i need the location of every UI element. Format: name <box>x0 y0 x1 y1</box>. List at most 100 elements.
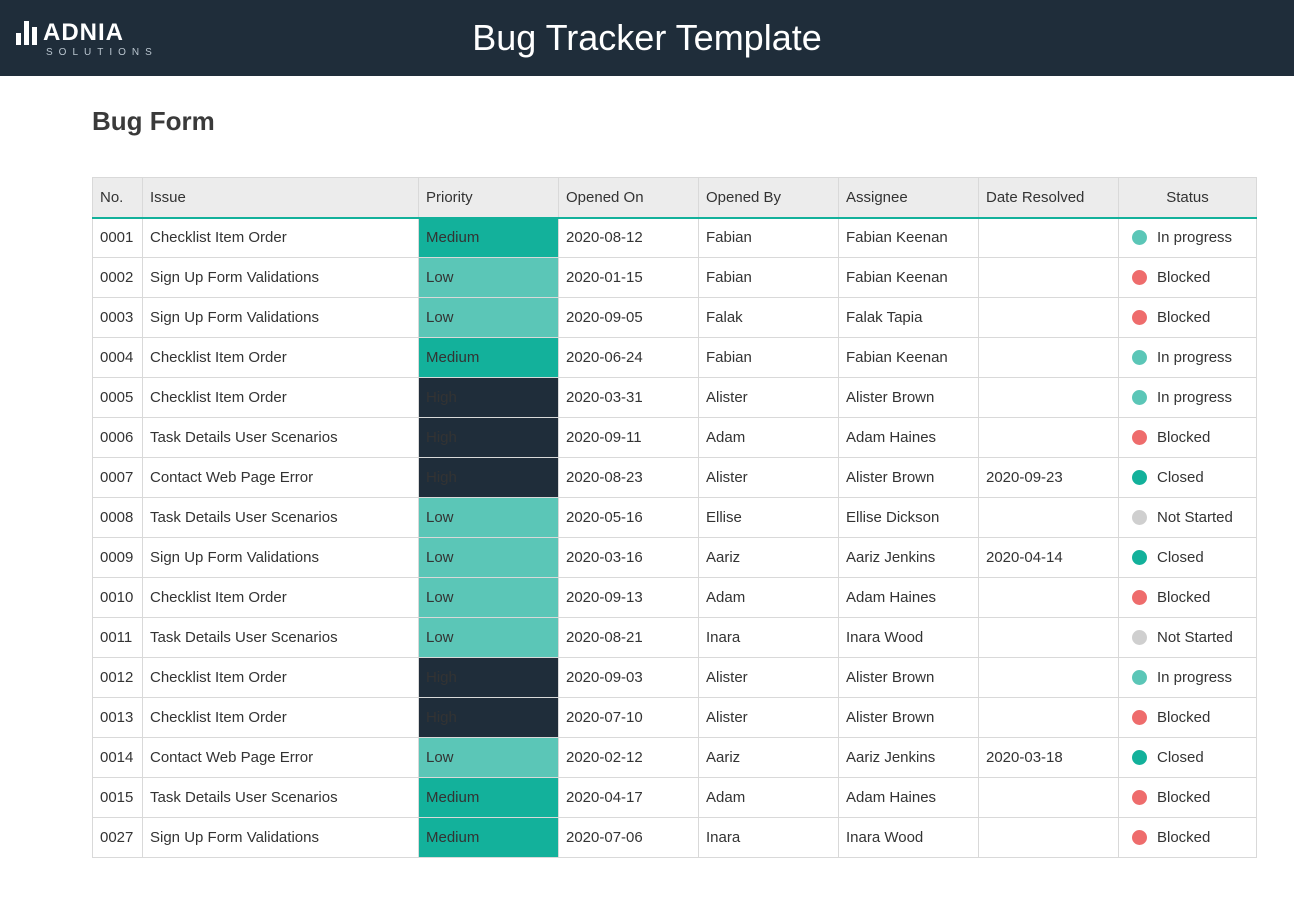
cell-priority: Medium <box>419 218 559 258</box>
status-dot-icon <box>1132 590 1147 605</box>
cell-issue: Task Details User Scenarios <box>143 498 419 538</box>
cell-status: Blocked <box>1119 418 1257 458</box>
status-dot-icon <box>1132 710 1147 725</box>
cell-issue: Sign Up Form Validations <box>143 258 419 298</box>
cell-priority: High <box>419 658 559 698</box>
cell-opened-on: 2020-09-05 <box>559 298 699 338</box>
col-header-opened-by: Opened By <box>699 178 839 218</box>
cell-no: 0001 <box>93 218 143 258</box>
table-row: 0002Sign Up Form ValidationsLow2020-01-1… <box>93 258 1257 298</box>
cell-assignee: Adam Haines <box>839 778 979 818</box>
cell-date-resolved <box>979 698 1119 738</box>
page-title: Bug Tracker Template <box>0 17 1294 59</box>
status-label: Blocked <box>1157 429 1210 446</box>
cell-no: 0009 <box>93 538 143 578</box>
cell-date-resolved <box>979 258 1119 298</box>
status-label: In progress <box>1157 349 1232 366</box>
logo-subtext: SOLUTIONS <box>46 47 158 58</box>
cell-no: 0004 <box>93 338 143 378</box>
cell-opened-on: 2020-09-03 <box>559 658 699 698</box>
cell-status: Blocked <box>1119 698 1257 738</box>
cell-opened-by: Inara <box>699 818 839 858</box>
table-row: 0001Checklist Item OrderMedium2020-08-12… <box>93 218 1257 258</box>
cell-assignee: Alister Brown <box>839 698 979 738</box>
bug-table: No. Issue Priority Opened On Opened By A… <box>92 177 1257 858</box>
cell-assignee: Inara Wood <box>839 818 979 858</box>
cell-issue: Sign Up Form Validations <box>143 538 419 578</box>
status-label: Closed <box>1157 469 1204 486</box>
table-row: 0007Contact Web Page ErrorHigh2020-08-23… <box>93 458 1257 498</box>
cell-no: 0027 <box>93 818 143 858</box>
cell-assignee: Fabian Keenan <box>839 218 979 258</box>
cell-issue: Sign Up Form Validations <box>143 818 419 858</box>
cell-issue: Checklist Item Order <box>143 338 419 378</box>
cell-priority: Low <box>419 738 559 778</box>
cell-issue: Checklist Item Order <box>143 698 419 738</box>
cell-status: Blocked <box>1119 298 1257 338</box>
cell-opened-by: Fabian <box>699 218 839 258</box>
cell-date-resolved: 2020-03-18 <box>979 738 1119 778</box>
cell-opened-by: Alister <box>699 658 839 698</box>
cell-date-resolved <box>979 298 1119 338</box>
table-row: 0006Task Details User ScenariosHigh2020-… <box>93 418 1257 458</box>
table-row: 0004Checklist Item OrderMedium2020-06-24… <box>93 338 1257 378</box>
cell-assignee: Inara Wood <box>839 618 979 658</box>
status-dot-icon <box>1132 390 1147 405</box>
status-dot-icon <box>1132 230 1147 245</box>
table-row: 0012Checklist Item OrderHigh2020-09-03Al… <box>93 658 1257 698</box>
cell-status: Closed <box>1119 458 1257 498</box>
cell-priority: High <box>419 378 559 418</box>
cell-opened-by: Adam <box>699 778 839 818</box>
cell-opened-by: Fabian <box>699 258 839 298</box>
col-header-issue: Issue <box>143 178 419 218</box>
cell-no: 0013 <box>93 698 143 738</box>
cell-priority: Low <box>419 258 559 298</box>
cell-date-resolved <box>979 378 1119 418</box>
status-label: Blocked <box>1157 309 1210 326</box>
cell-date-resolved <box>979 338 1119 378</box>
status-label: Closed <box>1157 549 1204 566</box>
cell-no: 0003 <box>93 298 143 338</box>
col-header-opened-on: Opened On <box>559 178 699 218</box>
cell-assignee: Alister Brown <box>839 658 979 698</box>
cell-assignee: Ellise Dickson <box>839 498 979 538</box>
table-row: 0009Sign Up Form ValidationsLow2020-03-1… <box>93 538 1257 578</box>
cell-no: 0002 <box>93 258 143 298</box>
cell-assignee: Alister Brown <box>839 458 979 498</box>
cell-opened-by: Adam <box>699 418 839 458</box>
status-dot-icon <box>1132 750 1147 765</box>
col-header-assignee: Assignee <box>839 178 979 218</box>
cell-assignee: Fabian Keenan <box>839 338 979 378</box>
status-label: Blocked <box>1157 709 1210 726</box>
app-header: ADNIA SOLUTIONS Bug Tracker Template <box>0 0 1294 76</box>
status-dot-icon <box>1132 790 1147 805</box>
cell-opened-on: 2020-02-12 <box>559 738 699 778</box>
cell-status: Blocked <box>1119 818 1257 858</box>
cell-no: 0011 <box>93 618 143 658</box>
status-label: Not Started <box>1157 629 1233 646</box>
cell-priority: Medium <box>419 818 559 858</box>
cell-opened-by: Ellise <box>699 498 839 538</box>
cell-status: In progress <box>1119 658 1257 698</box>
cell-assignee: Adam Haines <box>839 578 979 618</box>
cell-status: Blocked <box>1119 778 1257 818</box>
cell-issue: Checklist Item Order <box>143 578 419 618</box>
cell-opened-on: 2020-01-15 <box>559 258 699 298</box>
cell-opened-by: Alister <box>699 378 839 418</box>
cell-priority: Low <box>419 578 559 618</box>
logo-bars-icon <box>16 21 37 45</box>
cell-opened-on: 2020-09-11 <box>559 418 699 458</box>
cell-priority: Low <box>419 618 559 658</box>
table-row: 0013Checklist Item OrderHigh2020-07-10Al… <box>93 698 1257 738</box>
form-title: Bug Form <box>92 106 1202 137</box>
table-header-row: No. Issue Priority Opened On Opened By A… <box>93 178 1257 218</box>
cell-priority: Medium <box>419 778 559 818</box>
cell-status: Blocked <box>1119 578 1257 618</box>
cell-opened-on: 2020-07-06 <box>559 818 699 858</box>
cell-assignee: Adam Haines <box>839 418 979 458</box>
status-dot-icon <box>1132 430 1147 445</box>
cell-priority: Low <box>419 498 559 538</box>
cell-opened-on: 2020-08-12 <box>559 218 699 258</box>
cell-opened-on: 2020-04-17 <box>559 778 699 818</box>
cell-assignee: Aariz Jenkins <box>839 738 979 778</box>
